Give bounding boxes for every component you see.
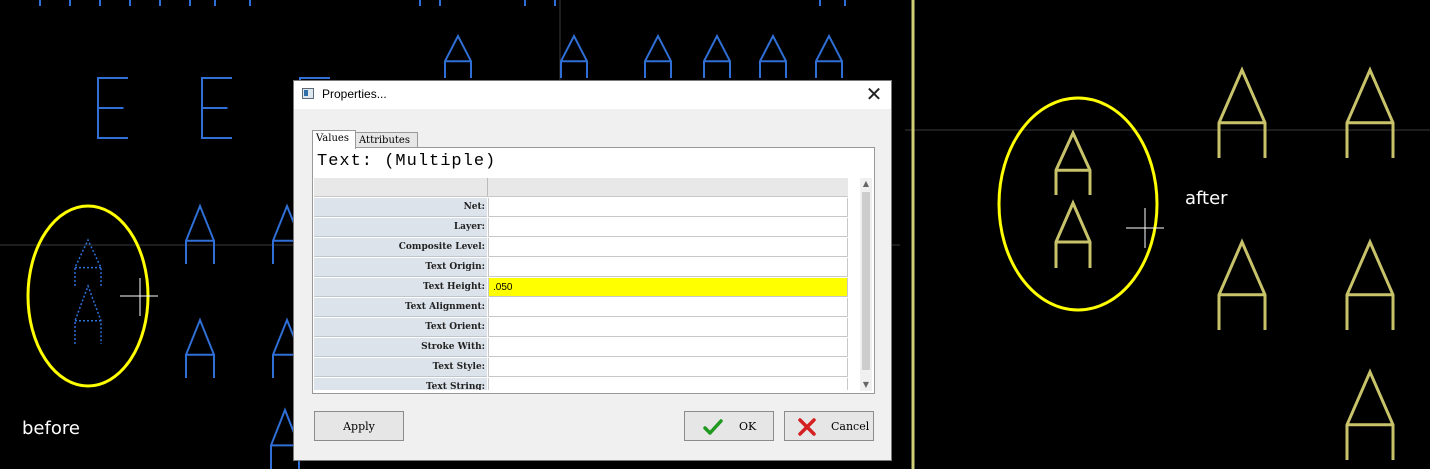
scroll-down-icon[interactable]: ▼ (860, 379, 872, 391)
cad-text-a (1217, 66, 1267, 158)
selected-text-a (74, 238, 102, 286)
property-row-text-style[interactable]: Text Style: (314, 358, 848, 378)
apply-button-label: Apply (343, 420, 375, 433)
selection-heading: Text: (Multiple) (317, 152, 497, 171)
property-row-layer[interactable]: Layer: (314, 218, 848, 238)
property-value[interactable] (488, 218, 848, 237)
cad-text-a (815, 33, 843, 78)
tab-values[interactable]: Values (312, 130, 356, 149)
cad-text-a (185, 203, 215, 264)
property-row-composite-level[interactable]: Composite Level: (314, 238, 848, 258)
property-label: Text Alignment: (314, 298, 487, 317)
property-value[interactable] (488, 238, 848, 257)
resized-text-a (1054, 199, 1092, 268)
property-label: Text String: (314, 378, 487, 390)
property-row-text-string[interactable]: Text String: (314, 378, 848, 390)
cad-text-e (97, 77, 128, 139)
property-row-text-alignment[interactable]: Text Alignment: (314, 298, 848, 318)
properties-dialog: Properties... ✕ Values Attributes Text: … (293, 80, 892, 461)
dialog-titlebar[interactable]: Properties... ✕ (294, 81, 891, 109)
window-icon (302, 88, 314, 99)
resized-text-a (1054, 129, 1092, 195)
cad-text-a (1217, 238, 1267, 330)
scroll-up-icon[interactable]: ▲ (860, 178, 872, 190)
property-label: Text Height: (314, 278, 487, 297)
cancel-button-label: Cancel (831, 420, 870, 433)
property-label: Layer: (314, 218, 487, 237)
property-value[interactable] (488, 358, 848, 377)
cad-text-a (1345, 368, 1395, 460)
cad-text-a (444, 33, 472, 78)
values-panel: Text: (Multiple) Net: Layer: Composite L… (312, 147, 875, 394)
cad-text-a (1345, 66, 1395, 158)
green-check-icon (703, 419, 723, 435)
property-row-text-origin[interactable]: Text Origin: (314, 258, 848, 278)
grid-header (314, 178, 848, 197)
apply-button[interactable]: Apply (314, 411, 404, 441)
property-label: Text Origin: (314, 258, 487, 277)
after-annotation: after (1185, 188, 1228, 209)
property-row-text-orient[interactable]: Text Orient: (314, 318, 848, 338)
grid-rows: Net: Layer: Composite Level: Text Origin… (314, 198, 848, 390)
property-label: Net: (314, 198, 487, 217)
cad-text-a (560, 33, 588, 78)
before-annotation: before (22, 418, 80, 439)
tab-label: Values (316, 133, 349, 144)
grid-scrollbar[interactable]: ▲ ▼ (860, 178, 872, 391)
property-row-stroke-with[interactable]: Stroke With: (314, 338, 848, 358)
property-row-net[interactable]: Net: (314, 198, 848, 218)
property-label: Text Orient: (314, 318, 487, 337)
property-value[interactable] (488, 198, 848, 217)
ok-button[interactable]: OK (684, 411, 774, 441)
property-value[interactable] (488, 258, 848, 277)
cad-text-a (185, 317, 215, 378)
dialog-title: Properties... (322, 87, 387, 101)
property-label: Text Style: (314, 358, 487, 377)
cursor-crosshair (120, 278, 158, 316)
close-icon[interactable]: ✕ (863, 84, 885, 106)
scroll-thumb[interactable] (862, 192, 870, 370)
property-label: Composite Level: (314, 238, 487, 257)
property-value[interactable] (488, 298, 848, 317)
cancel-button[interactable]: Cancel (784, 411, 874, 441)
cad-text-a (1345, 238, 1395, 330)
cad-text-e (201, 77, 232, 139)
property-value[interactable] (488, 378, 848, 390)
cad-text-a (644, 33, 672, 78)
property-row-text-height[interactable]: Text Height: .050 (314, 278, 848, 298)
property-label: Stroke With: (314, 338, 487, 357)
cursor-crosshair (1126, 208, 1164, 248)
red-x-icon (798, 418, 816, 436)
text-height-field[interactable]: .050 (488, 278, 848, 297)
property-value[interactable] (488, 318, 848, 337)
cad-text-a (759, 33, 787, 78)
tab-label: Attributes (359, 135, 410, 146)
property-value[interactable] (488, 338, 848, 357)
selected-text-a (74, 283, 102, 344)
ok-button-label: OK (739, 420, 757, 433)
cad-text-a (703, 33, 731, 78)
